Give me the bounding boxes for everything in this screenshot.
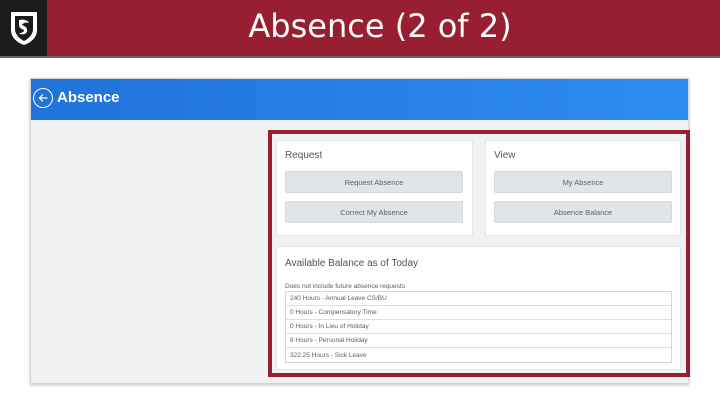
app-header-bar: Absence	[31, 79, 688, 120]
slide-header: Absence (2 of 2)	[0, 0, 720, 58]
header-divider	[0, 56, 720, 58]
back-arrow-icon	[38, 94, 48, 102]
slide-title: Absence (2 of 2)	[248, 7, 512, 45]
app-title: Absence	[57, 89, 120, 106]
highlight-box	[268, 130, 690, 377]
back-button[interactable]	[33, 88, 53, 108]
